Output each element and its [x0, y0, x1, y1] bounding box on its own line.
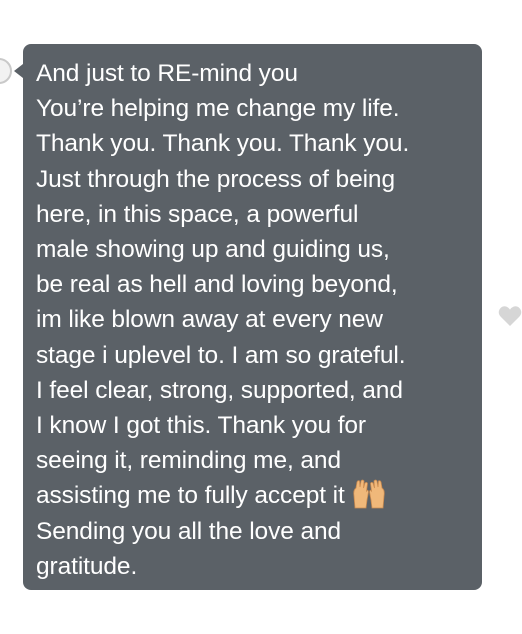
- message-line: I know I got this. Thank you for: [36, 412, 366, 440]
- message-line: I feel clear, strong, supported, and: [36, 376, 403, 404]
- message-line: Just through the process of being: [36, 165, 395, 193]
- message-line-with-emoji: assisting me to fully accept it: [36, 478, 472, 513]
- message-line: im like blown away at every new: [36, 306, 383, 334]
- message-line: be real as hell and loving beyond,: [36, 271, 398, 299]
- message-line: male showing up and guiding us,: [36, 236, 390, 264]
- message-line: Sending you all the love and: [36, 517, 342, 545]
- bubble-tail: [14, 64, 23, 78]
- message-line: And just to RE-mind you: [36, 60, 298, 87]
- message-line: here, in this space, a powerful: [36, 200, 359, 228]
- message-line: gratitude.: [36, 552, 138, 580]
- message-line: seeing it, reminding me, and: [36, 447, 341, 475]
- message-line: Thank you. Thank you. Thank you.: [36, 130, 410, 158]
- message-line: assisting me to fully accept it: [36, 482, 345, 510]
- chat-area: And just to RE-mind you You’re helping m…: [0, 0, 522, 634]
- message-line: stage i uplevel to. I am so grateful.: [36, 341, 406, 369]
- message-bubble[interactable]: And just to RE-mind you You’re helping m…: [23, 44, 482, 590]
- sender-avatar[interactable]: [0, 58, 12, 84]
- message-line: You’re helping me change my life.: [36, 95, 400, 123]
- heart-icon[interactable]: [498, 305, 522, 327]
- raising-hands-emoji: [351, 479, 387, 514]
